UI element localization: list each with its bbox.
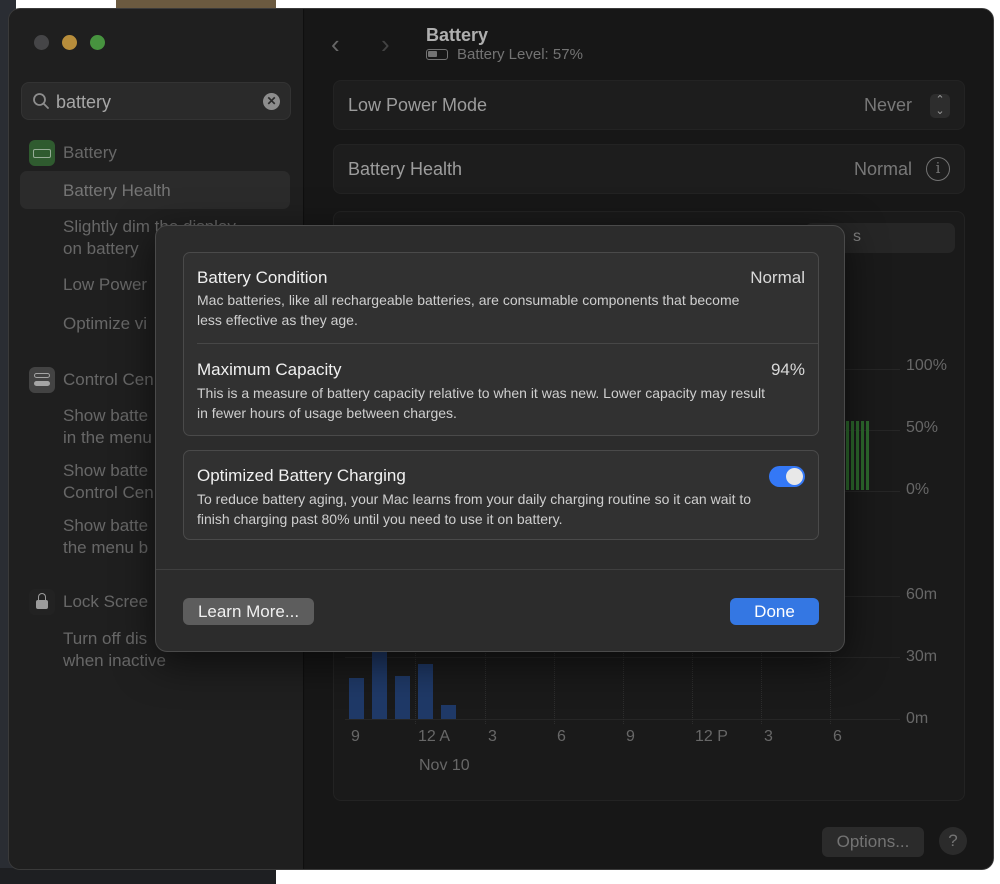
maximum-capacity-description: This is a measure of battery capacity re… xyxy=(197,385,766,421)
battery-info-card: Battery Condition Normal Mac batteries, … xyxy=(183,252,819,436)
desktop-background-bottom xyxy=(0,868,276,884)
battery-condition-value: Normal xyxy=(750,268,805,287)
optimized-charging-card: Optimized Battery Charging To reduce bat… xyxy=(183,450,819,540)
optimized-charging-toggle[interactable] xyxy=(769,466,805,487)
learn-more-button[interactable]: Learn More... xyxy=(183,598,314,625)
battery-condition-description: Mac batteries, like all rechargeable bat… xyxy=(197,292,740,328)
maximum-capacity-title: Maximum Capacity xyxy=(197,360,342,379)
done-button[interactable]: Done xyxy=(730,598,819,625)
battery-condition-title: Battery Condition xyxy=(197,268,328,287)
maximum-capacity-value: 94% xyxy=(770,360,805,379)
desktop-background-top xyxy=(116,0,276,8)
card-separator xyxy=(197,343,818,344)
optimized-charging-description: To reduce battery aging, your Mac learns… xyxy=(197,491,752,527)
battery-health-sheet: Battery Condition Normal Mac batteries, … xyxy=(155,225,845,652)
optimized-charging-title: Optimized Battery Charging xyxy=(197,466,406,485)
sheet-divider xyxy=(156,569,844,570)
